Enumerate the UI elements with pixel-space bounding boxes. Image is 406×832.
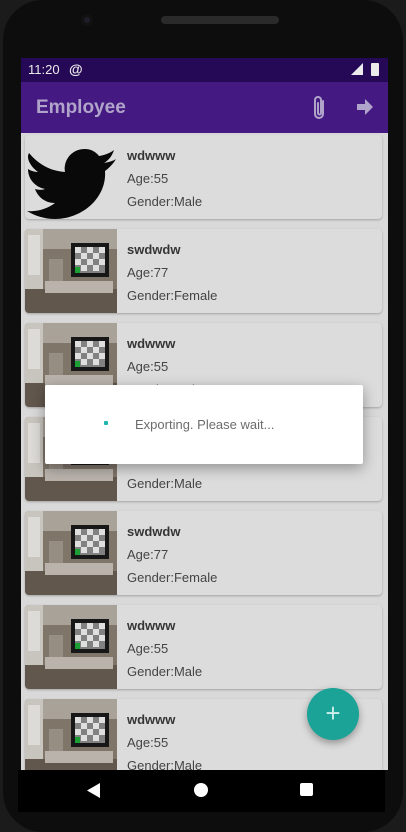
progress-spinner-icon bbox=[104, 421, 108, 425]
add-employee-button[interactable]: + bbox=[307, 688, 359, 740]
earpiece-speaker bbox=[161, 16, 279, 24]
home-icon[interactable] bbox=[194, 783, 208, 797]
progress-message: Exporting. Please wait... bbox=[135, 417, 275, 432]
phone-frame: 11:20 @ Employee wdwww Age:55 Gender:Male s… bbox=[3, 0, 403, 832]
screen: 11:20 @ Employee wdwww Age:55 Gender:Male s… bbox=[21, 58, 388, 770]
navigation-bar bbox=[18, 770, 385, 812]
recents-icon[interactable] bbox=[300, 783, 313, 796]
progress-dialog: Exporting. Please wait... bbox=[45, 385, 363, 464]
back-icon[interactable] bbox=[87, 783, 101, 798]
front-camera bbox=[81, 14, 93, 26]
